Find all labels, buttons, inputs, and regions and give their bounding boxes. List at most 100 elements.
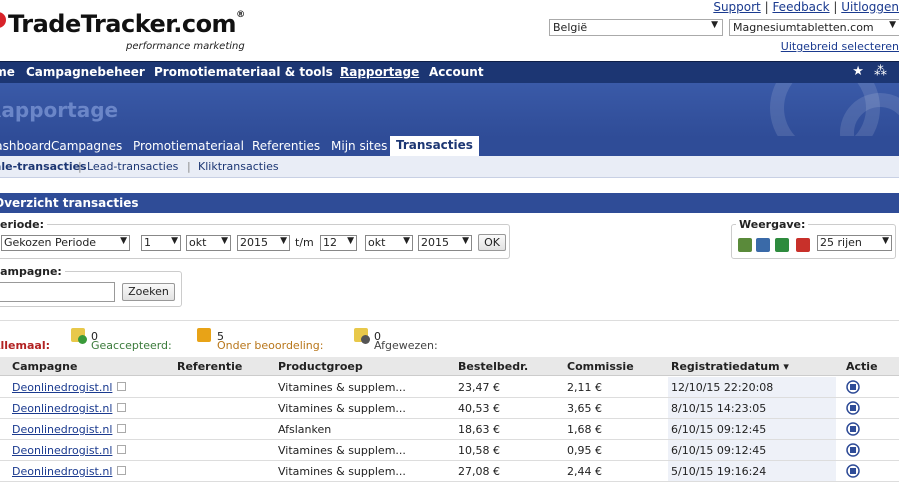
- external-link-icon[interactable]: [117, 382, 126, 391]
- chevron-down-icon: ▼: [171, 236, 178, 246]
- chevron-down-icon: ▼: [221, 236, 228, 246]
- productgroup-cell: Vitamines & supplem...: [278, 465, 406, 478]
- nav-home[interactable]: Home: [0, 65, 15, 79]
- campaign-search-input[interactable]: [0, 282, 115, 302]
- nav-campagnebeheer[interactable]: Campagnebeheer: [26, 65, 145, 79]
- export-icon[interactable]: [756, 238, 770, 252]
- subnav-promotiemateriaal[interactable]: Promotiemateriaal: [133, 139, 244, 153]
- chevron-down-icon: ▼: [889, 20, 896, 30]
- chevron-down-icon: ▼: [280, 236, 287, 246]
- search-button[interactable]: Zoeken: [122, 283, 175, 301]
- chevron-down-icon: ▼: [462, 236, 469, 246]
- support-link[interactable]: Support: [713, 0, 760, 14]
- star-icon[interactable]: ★: [852, 64, 864, 79]
- all-label: Allemaal:: [0, 339, 50, 352]
- period-type-select[interactable]: Gekozen Periode ▼: [1, 235, 130, 251]
- to-day-value: 12: [323, 236, 337, 249]
- col-referentie[interactable]: Referentie: [177, 360, 242, 373]
- logout-link[interactable]: Uitloggen: [841, 0, 899, 14]
- col-registratiedatum[interactable]: Registratiedatum ▾: [671, 360, 789, 373]
- period-fieldset: Periode: Gekozen Periode▼ 1▼ okt▼ 2015▼ …: [0, 218, 510, 259]
- from-day-value: 1: [144, 236, 151, 249]
- campaign-link[interactable]: Deonlinedrogist.nl: [12, 444, 112, 457]
- site-select[interactable]: Magnesiumtabletten.com ▼: [729, 19, 899, 36]
- from-year-select[interactable]: 2015 ▼: [237, 235, 290, 251]
- tab-divider: |: [78, 160, 82, 173]
- nav-rapportage[interactable]: Rapportage: [340, 65, 419, 79]
- external-link-icon[interactable]: [117, 445, 126, 454]
- productgroup-cell: Vitamines & supplem...: [278, 381, 406, 394]
- rows-per-page-select[interactable]: 25 rijen ▼: [817, 235, 892, 251]
- filter-pending[interactable]: Onder beoordeling: 5: [217, 330, 323, 352]
- top-links: Support | Feedback | Uitloggen: [713, 0, 899, 14]
- details-icon[interactable]: [846, 401, 860, 415]
- subnav-transacties[interactable]: Transacties: [390, 136, 479, 156]
- ok-button[interactable]: OK: [478, 234, 506, 251]
- productgroup-cell: Afslanken: [278, 423, 332, 436]
- details-icon[interactable]: [846, 380, 860, 394]
- commission-cell: 2,11 €: [567, 381, 602, 394]
- col-commissie[interactable]: Commissie: [567, 360, 634, 373]
- banner-title: Rapportage: [0, 98, 119, 122]
- section-title: Overzicht transacties: [0, 196, 139, 210]
- external-link-icon[interactable]: [117, 466, 126, 475]
- tab-kliktransacties[interactable]: Kliktransacties: [198, 160, 279, 173]
- sitemap-icon[interactable]: ⁂: [874, 64, 887, 79]
- productgroup-cell: Vitamines & supplem...: [278, 402, 406, 415]
- campaign-link[interactable]: Deonlinedrogist.nl: [12, 465, 112, 478]
- page-banner: Rapportage: [0, 83, 899, 138]
- subnav-dashboard[interactable]: Dashboard: [0, 139, 51, 153]
- subnav-campagnes[interactable]: Campagnes: [51, 139, 122, 153]
- to-month-select[interactable]: okt ▼: [365, 235, 413, 251]
- excel-icon[interactable]: [775, 238, 789, 252]
- filter-rejected[interactable]: Afgewezen: 0: [374, 330, 438, 352]
- country-select[interactable]: België ▼: [549, 19, 723, 36]
- amount-cell: 10,58 €: [458, 444, 500, 457]
- advanced-select-link[interactable]: Uitgebreid selecteren: [781, 40, 899, 53]
- table-row: Deonlinedrogist.nl Vitamines & supplem...…: [0, 440, 899, 461]
- logo-mark-icon: [0, 12, 6, 28]
- campaign-link[interactable]: Deonlinedrogist.nl: [12, 381, 112, 394]
- to-day-select[interactable]: 12 ▼: [320, 235, 357, 251]
- tab-lead-transacties[interactable]: Lead-transacties: [87, 160, 178, 173]
- table-header: Campagne Referentie Productgroep Bestelb…: [0, 357, 899, 376]
- date-cell: 12/10/15 22:20:08: [671, 381, 774, 394]
- pdf-icon[interactable]: [796, 238, 810, 252]
- chevron-down-icon: ▼: [120, 236, 127, 246]
- external-link-icon[interactable]: [117, 424, 126, 433]
- chevron-down-icon: ▼: [711, 20, 718, 30]
- from-month-select[interactable]: okt ▼: [186, 235, 231, 251]
- campaign-link[interactable]: Deonlinedrogist.nl: [12, 423, 112, 436]
- nav-promotiemateriaal[interactable]: Promotiemateriaal & tools: [154, 65, 333, 79]
- external-link-icon[interactable]: [117, 403, 126, 412]
- accepted-label: Geaccepteerd:: [91, 339, 172, 352]
- table-row: Deonlinedrogist.nl Vitamines & supplem...…: [0, 377, 899, 398]
- transaction-tabs: Sale-transacties | Lead-transacties | Kl…: [0, 156, 899, 178]
- date-cell: 6/10/15 09:12:45: [671, 423, 767, 436]
- subnav-mijn-sites[interactable]: Mijn sites: [331, 139, 387, 153]
- col-productgroep[interactable]: Productgroep: [278, 360, 363, 373]
- sub-nav: Dashboard Campagnes Promotiemateriaal Re…: [0, 136, 899, 156]
- campaign-link[interactable]: Deonlinedrogist.nl: [12, 402, 112, 415]
- to-year-select[interactable]: 2015 ▼: [418, 235, 472, 251]
- tab-sale-transacties[interactable]: Sale-transacties: [0, 160, 87, 173]
- share-icon[interactable]: [738, 238, 752, 252]
- tradetracker-logo[interactable]: TradeTracker.com® performance marketing: [0, 6, 260, 56]
- rejected-icon: [354, 328, 370, 344]
- subnav-referenties[interactable]: Referenties: [252, 139, 320, 153]
- details-icon[interactable]: [846, 422, 860, 436]
- nav-account[interactable]: Account: [429, 65, 484, 79]
- details-icon[interactable]: [846, 443, 860, 457]
- feedback-link[interactable]: Feedback: [772, 0, 829, 14]
- logo-reg: ®: [236, 10, 245, 20]
- site-select-value: Magnesiumtabletten.com: [733, 21, 874, 34]
- to-label: t/m: [295, 236, 314, 249]
- col-bestelbedrag[interactable]: Bestelbedr.: [458, 360, 528, 373]
- from-day-select[interactable]: 1 ▼: [141, 235, 181, 251]
- details-icon[interactable]: [846, 464, 860, 478]
- campaign-fieldset: Campagne: Zoeken: [0, 265, 182, 307]
- col-campagne[interactable]: Campagne: [12, 360, 77, 373]
- filter-accepted[interactable]: Geaccepteerd: 0: [91, 330, 172, 352]
- chevron-down-icon: ▼: [882, 236, 889, 246]
- rejected-label: Afgewezen:: [374, 339, 438, 352]
